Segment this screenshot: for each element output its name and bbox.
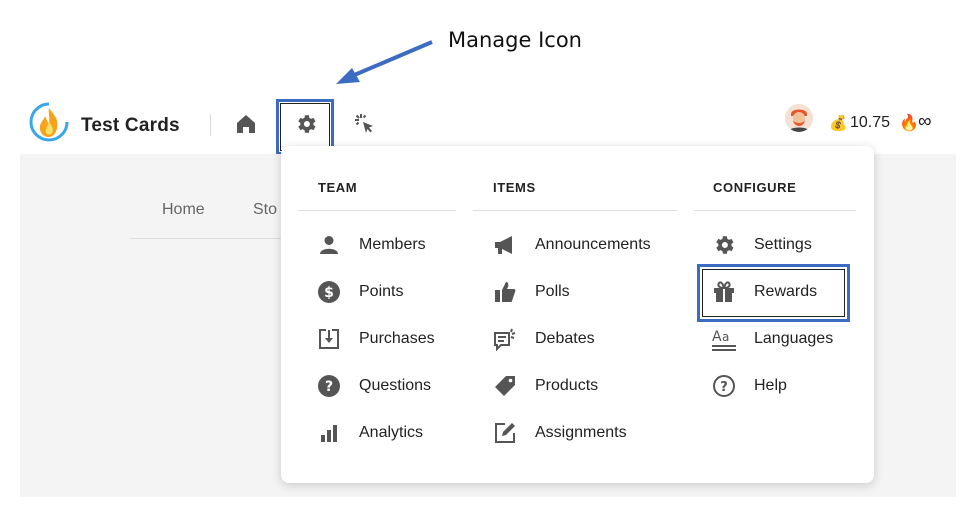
menu-item-points[interactable]: $ Points <box>317 277 403 307</box>
menu-item-languages[interactable]: Aa Languages <box>712 324 833 354</box>
column-divider <box>473 210 677 211</box>
column-header-items: ITEMS <box>493 180 536 195</box>
svg-text:?: ? <box>325 379 333 395</box>
menu-item-label: Languages <box>754 330 834 347</box>
sub-tab-store[interactable]: Sto <box>253 201 281 219</box>
menu-item-settings[interactable]: Settings <box>712 230 812 260</box>
menu-item-label: Polls <box>535 283 570 300</box>
menu-item-products[interactable]: Products <box>493 371 598 401</box>
gear-icon[interactable] <box>294 112 318 136</box>
menu-item-debates[interactable]: Debates <box>493 324 595 354</box>
sub-nav-divider <box>130 238 282 239</box>
column-header-configure: CONFIGURE <box>713 180 797 195</box>
menu-item-label: Announcements <box>535 236 651 253</box>
menu-item-members[interactable]: Members <box>317 230 426 260</box>
menu-item-help[interactable]: ? Help <box>712 371 787 401</box>
streak-value: ∞ <box>918 111 932 132</box>
menu-item-purchases[interactable]: Purchases <box>317 324 435 354</box>
svg-text:A: A <box>712 329 722 345</box>
flame-icon: 🔥 <box>899 115 919 132</box>
menu-item-rewards[interactable]: Rewards <box>712 277 817 307</box>
manage-dropdown-menu: TEAM Members $ Points Purchases ? Questi… <box>281 146 874 483</box>
svg-text:a: a <box>722 330 729 344</box>
question-circle-icon: ? <box>318 375 340 397</box>
money-bag-icon: 💰 <box>829 115 848 132</box>
thumbs-up-icon <box>495 282 516 302</box>
download-tray-icon <box>319 329 339 349</box>
bar-chart-icon <box>321 425 337 442</box>
divider <box>210 114 211 136</box>
help-circle-icon: ? <box>713 375 735 397</box>
menu-item-label: Assignments <box>535 424 627 441</box>
menu-item-label: Rewards <box>754 283 818 300</box>
menu-item-label: Products <box>535 377 599 394</box>
menu-item-label: Purchases <box>359 330 435 347</box>
menu-item-announcements[interactable]: Announcements <box>493 230 651 260</box>
home-icon[interactable] <box>234 112 258 136</box>
column-divider <box>298 210 456 211</box>
menu-item-label: Questions <box>359 377 432 394</box>
debate-icon <box>494 328 516 351</box>
person-icon <box>320 236 338 254</box>
app-name[interactable]: Test Cards <box>81 115 180 137</box>
annotation-label: Manage Icon <box>448 28 582 52</box>
gift-icon <box>714 281 734 302</box>
menu-item-label: Debates <box>535 330 595 347</box>
menu-item-label: Members <box>359 236 426 253</box>
coin-balance: 10.75 <box>850 114 891 131</box>
menu-item-label: Help <box>754 377 787 394</box>
menu-item-label: Points <box>359 283 404 300</box>
svg-text:?: ? <box>720 380 728 395</box>
user-avatar[interactable] <box>785 104 813 132</box>
tag-icon <box>495 376 515 396</box>
cursor-click-icon[interactable] <box>353 112 377 136</box>
column-divider <box>694 210 856 211</box>
menu-item-polls[interactable]: Polls <box>493 277 570 307</box>
dollar-circle-icon: $ <box>318 281 340 303</box>
menu-item-analytics[interactable]: Analytics <box>317 418 423 448</box>
menu-item-questions[interactable]: ? Questions <box>317 371 431 401</box>
svg-text:$: $ <box>324 285 334 301</box>
menu-item-assignments[interactable]: Assignments <box>493 418 627 448</box>
flame-logo-icon <box>29 102 69 142</box>
top-navigation-bar: Test Cards 💰 10.75 🔥 ∞ <box>0 90 972 155</box>
column-header-team: TEAM <box>318 180 358 195</box>
megaphone-icon <box>495 236 512 254</box>
menu-item-label: Analytics <box>359 424 424 441</box>
language-icon: Aa <box>712 329 736 351</box>
sub-tab-home[interactable]: Home <box>162 201 205 219</box>
edit-square-icon <box>495 423 515 443</box>
gear-icon <box>716 236 734 254</box>
menu-item-label: Settings <box>754 236 812 253</box>
